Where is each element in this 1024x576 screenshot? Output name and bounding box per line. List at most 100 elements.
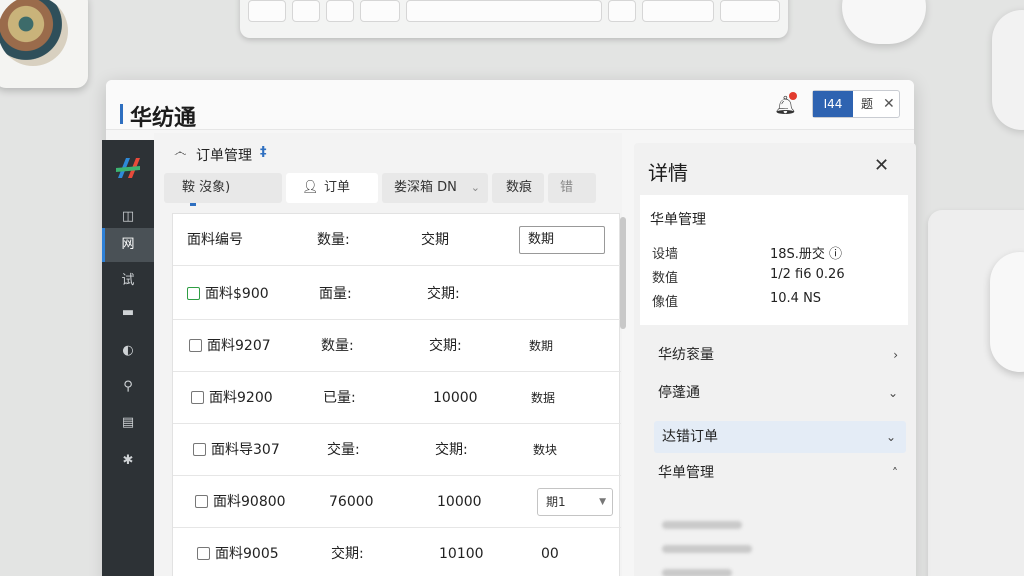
row-fabric-id: 面料导307 — [211, 442, 280, 458]
row-extra: 00 — [541, 546, 559, 562]
accordion-item[interactable]: 停蓬通 ⌄ — [650, 377, 908, 409]
row-qty: 76000 — [329, 494, 374, 510]
details-panel: 详情 ✕ 华单管理 设墙 18S.册交 ⓘ 数值 1/2 fi6 0.26 像值… — [634, 143, 916, 576]
sidebar-item-monitor[interactable]: ▬ — [102, 296, 154, 330]
row-period-select[interactable]: 期1 ▼ — [537, 488, 613, 516]
accordion-item-expanded[interactable]: 华单管理 ˄ — [650, 457, 908, 489]
sidebar-item-chart[interactable]: ◐ — [102, 334, 154, 368]
close-icon[interactable]: ✕ — [883, 91, 895, 117]
details-title: 详情 — [648, 161, 688, 185]
card-title: 华单管理 — [650, 212, 706, 228]
row-qty: 交期: — [331, 546, 364, 562]
blurred-text-line — [662, 569, 732, 576]
sidebar-item-database[interactable]: ▤ — [102, 406, 154, 440]
chevron-up-icon: ˄ — [892, 466, 898, 480]
tab-data[interactable]: 数痕 — [492, 173, 544, 203]
row-date: 交期: — [427, 286, 460, 302]
sidebar-item-orders[interactable]: 网 — [102, 228, 154, 262]
row-date: 10000 — [433, 390, 478, 406]
row-qty: 交量: — [327, 442, 360, 458]
row-checkbox[interactable] — [195, 495, 208, 508]
key — [406, 0, 602, 22]
mouse — [842, 0, 926, 44]
user-icon: 👤︎ — [302, 180, 319, 195]
key — [720, 0, 780, 22]
order-panel: ෴ 订单管理 ‡ 鞍 沒象) 👤︎ 订单 娄深箱 DN ⌄ 数痕 错 面料编号 … — [154, 133, 626, 576]
tab-error[interactable]: 错 — [548, 173, 596, 203]
detail-key: 设墙 — [652, 247, 679, 262]
detail-key: 数值 — [652, 271, 679, 286]
row-date: 交期: — [435, 442, 468, 458]
accordion-label: 停蓬通 — [658, 385, 700, 401]
notification-dot — [789, 92, 797, 100]
sidebar-item-search[interactable]: ⚲ — [102, 370, 154, 404]
key — [248, 0, 286, 22]
app-title: 华纺通 — [130, 106, 197, 131]
row-extra: 数期 — [529, 339, 554, 353]
accordion-item[interactable]: 华纺衮量 › — [650, 339, 908, 371]
details-summary-card: 华单管理 设墙 18S.册交 ⓘ 数值 1/2 fi6 0.26 像值 10.4… — [640, 195, 908, 325]
accordion-item-selected[interactable]: 达错订单 ⌄ — [654, 421, 906, 453]
app-logo — [116, 158, 140, 178]
row-fabric-id: 面料9005 — [215, 546, 279, 562]
key — [292, 0, 320, 22]
keyboard — [240, 0, 788, 38]
tab-indicator — [190, 203, 196, 206]
row-date: 10000 — [437, 494, 482, 510]
row-qty: 数量: — [321, 338, 354, 354]
sidebar-item-test[interactable]: 试 — [102, 264, 154, 298]
chevron-down-icon: ▼ — [599, 497, 606, 507]
speaker — [992, 10, 1024, 130]
row-fabric-id: 面料90800 — [213, 494, 286, 510]
mouse — [990, 252, 1024, 372]
panel-title-mark: ‡ — [260, 145, 267, 160]
row-checkbox[interactable] — [189, 339, 202, 352]
table-header-row: 面料编号 数量: 交期 数期 — [173, 214, 621, 266]
key — [326, 0, 354, 22]
table-row[interactable]: 面料9005 交期: 10100 00 — [173, 528, 621, 576]
row-extra: 数据 — [531, 391, 556, 405]
plant-pot — [0, 0, 88, 88]
tab-orders-label: 订单 — [324, 180, 351, 195]
row-fabric-id: 面料9207 — [207, 338, 271, 354]
table-row[interactable]: 面料9207 数量: 交期: 数期 — [173, 320, 621, 372]
sidebar: ◫ 网 试 ▬ ◐ ⚲ ▤ ✱ — [102, 140, 154, 576]
col-header-qty: 数量: — [317, 232, 350, 248]
tab-filter[interactable]: 鞍 沒象) — [164, 173, 282, 203]
toolbar-primary-button[interactable]: I44 — [813, 91, 853, 117]
toolbar-button-group: I44 题 ✕ — [812, 90, 900, 118]
col-header-fabric-id: 面料编号 — [187, 232, 243, 248]
detail-value: 18S.册交 ⓘ — [770, 247, 843, 262]
date-filter-input[interactable]: 数期 — [519, 226, 605, 254]
row-checkbox[interactable] — [187, 287, 200, 300]
row-checkbox[interactable] — [193, 443, 206, 456]
tab-orders[interactable]: 👤︎ 订单 — [286, 173, 378, 203]
row-qty: 已量: — [323, 390, 356, 406]
close-icon[interactable]: ✕ — [874, 155, 889, 176]
row-period-value: 期1 — [546, 495, 566, 509]
toolbar-text-button[interactable]: 题 — [861, 91, 873, 117]
panel-title: 订单管理 — [196, 148, 252, 164]
panel-header-icon: ෴ — [174, 145, 187, 160]
accordion-label: 达错订单 — [662, 429, 718, 445]
row-checkbox[interactable] — [197, 547, 210, 560]
chevron-down-icon: ⌄ — [885, 430, 896, 444]
table-row[interactable]: 面料9200 已量: 10000 数据 — [173, 372, 621, 424]
scrollbar-thumb[interactable] — [620, 217, 626, 329]
table-row[interactable]: 面料90800 76000 10000 期1 ▼ — [173, 476, 621, 528]
row-date: 交期: — [429, 338, 462, 354]
table-row[interactable]: 面料$900 面量: 交期: — [173, 268, 621, 320]
tab-dropdown[interactable]: 娄深箱 DN ⌄ — [382, 173, 488, 203]
sidebar-item-settings[interactable]: ✱ — [102, 444, 154, 478]
title-accent-bar — [120, 104, 123, 124]
row-fabric-id: 面料$900 — [205, 286, 269, 302]
key — [608, 0, 636, 22]
blurred-text-line — [662, 521, 742, 529]
table-row[interactable]: 面料导307 交量: 交期: 数块 — [173, 424, 621, 476]
row-extra: 数块 — [533, 443, 558, 457]
key — [360, 0, 400, 22]
pot-contents — [0, 0, 68, 66]
row-checkbox[interactable] — [191, 391, 204, 404]
accordion-label: 华单管理 — [658, 465, 714, 481]
detail-value: 10.4 NS — [770, 291, 822, 306]
